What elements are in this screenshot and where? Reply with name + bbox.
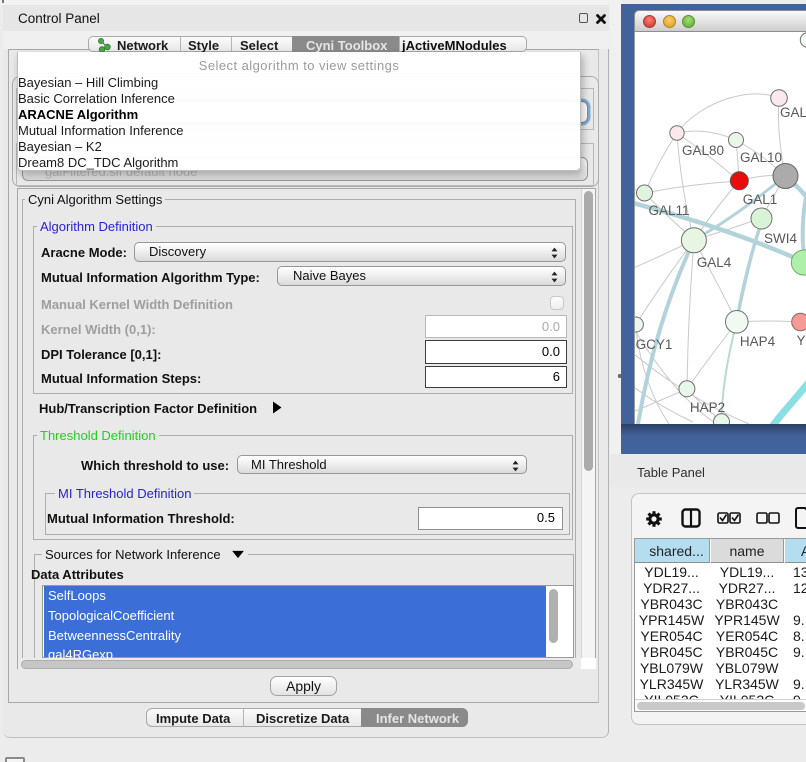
svg-text:HAP2: HAP2 bbox=[690, 400, 725, 415]
svg-text:GAL7: GAL7 bbox=[780, 105, 806, 120]
svg-text:SWI4: SWI4 bbox=[764, 231, 797, 246]
svg-text:GAL1: GAL1 bbox=[743, 192, 778, 207]
svg-text:GAL80: GAL80 bbox=[682, 143, 724, 158]
svg-text:GAL10: GAL10 bbox=[740, 150, 782, 165]
svg-text:HAP4: HAP4 bbox=[740, 334, 776, 349]
svg-text:GAL4: GAL4 bbox=[697, 255, 732, 270]
svg-text:GCY1: GCY1 bbox=[636, 337, 673, 352]
svg-text:GAL11: GAL11 bbox=[648, 203, 689, 218]
svg-text:YM: YM bbox=[797, 333, 806, 348]
